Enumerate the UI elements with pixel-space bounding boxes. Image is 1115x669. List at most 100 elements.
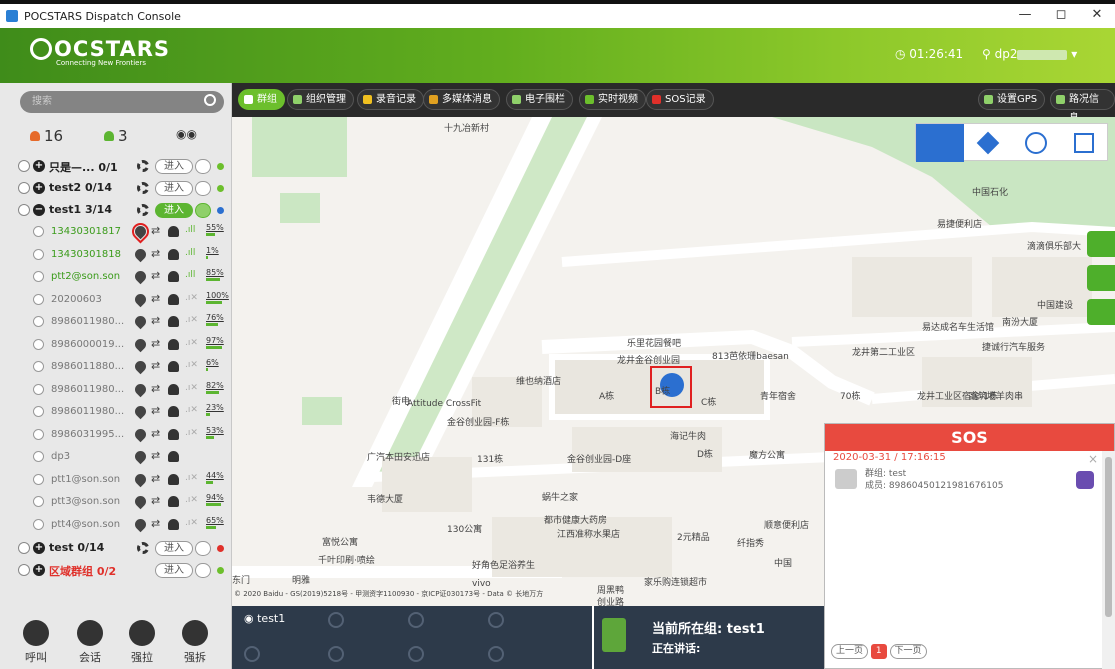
member-radio[interactable]	[33, 428, 44, 440]
member-row[interactable]: ptt4@son.son ⇄ .ı✕ 65%	[0, 514, 232, 536]
location-pin-icon[interactable]	[132, 358, 149, 375]
gear-icon[interactable]	[137, 182, 149, 194]
tab-4[interactable]: 电子围栏	[506, 89, 573, 110]
switch-icon[interactable]: ⇄	[151, 314, 160, 327]
group-radio[interactable]	[18, 160, 30, 172]
member-row[interactable]: ptt2@son.son ⇄ .ıll 85%	[0, 266, 232, 288]
location-pin-icon[interactable]	[132, 471, 149, 487]
member-row[interactable]: 20200603 ⇄ .ı✕ 100%	[0, 289, 232, 311]
tab-1[interactable]: 组织管理	[287, 89, 354, 110]
group-row[interactable]: + test 0/14 进入	[0, 537, 232, 559]
collapse-icon[interactable]: −	[33, 204, 45, 216]
group-radio[interactable]	[18, 182, 30, 194]
person-icon[interactable]	[168, 473, 179, 485]
tab-3[interactable]: 多媒体消息	[423, 89, 500, 110]
ptt-channel-icon[interactable]	[328, 646, 344, 662]
switch-icon[interactable]: ⇄	[151, 292, 160, 305]
member-row[interactable]: dp3 ⇄	[0, 446, 232, 468]
ruler-icon[interactable]	[1087, 299, 1115, 325]
location-pin-icon[interactable]	[132, 426, 149, 442]
member-row[interactable]: 8986011980... ⇄ .ı✕ 82%	[0, 379, 232, 401]
member-radio[interactable]	[33, 496, 44, 507]
member-radio[interactable]	[33, 271, 44, 282]
sos-call-icon[interactable]	[1076, 471, 1094, 489]
ptt-icon[interactable]	[195, 563, 211, 578]
person-icon[interactable]	[168, 406, 179, 417]
member-radio[interactable]	[33, 451, 44, 462]
ptt-channel-icon[interactable]	[488, 612, 504, 628]
location-pin-icon[interactable]	[132, 336, 149, 352]
member-row[interactable]: 8986011880... ⇄ .ı✕ 6%	[0, 356, 232, 378]
person-icon[interactable]	[168, 271, 179, 282]
user-menu[interactable]: ⚲ dp2 ▾	[982, 47, 1077, 61]
person-icon[interactable]	[168, 496, 179, 507]
sos-close-icon[interactable]: ×	[1088, 452, 1098, 466]
location-pin-icon[interactable]	[132, 381, 149, 397]
person-icon[interactable]	[168, 338, 179, 350]
location-pin-icon[interactable]	[132, 246, 149, 262]
member-radio[interactable]	[33, 338, 44, 350]
switch-icon[interactable]: ⇄	[151, 337, 160, 350]
tab-6[interactable]: SOS记录	[646, 89, 714, 110]
location-pin-icon[interactable]	[128, 219, 153, 244]
person-icon[interactable]	[168, 293, 179, 305]
member-radio[interactable]	[33, 518, 44, 530]
location-pin-icon[interactable]	[132, 493, 149, 510]
location-pin-icon[interactable]	[132, 516, 149, 532]
person-icon[interactable]	[168, 226, 179, 237]
action-button-3[interactable]: 强拆	[175, 620, 215, 665]
gear-icon[interactable]	[137, 204, 149, 216]
maximize-button[interactable]: ◻	[1043, 4, 1079, 28]
minimize-button[interactable]: —	[1007, 4, 1043, 28]
person-icon[interactable]	[168, 248, 179, 260]
ptt-icon[interactable]	[195, 181, 211, 196]
switch-icon[interactable]: ⇄	[151, 449, 160, 462]
switch-icon[interactable]: ⇄	[151, 427, 160, 440]
group-radio[interactable]	[18, 542, 30, 554]
expand-icon[interactable]: +	[33, 564, 45, 576]
member-radio[interactable]	[33, 473, 44, 485]
ptt-channel-icon[interactable]	[488, 646, 504, 662]
ptt-icon[interactable]	[195, 203, 211, 218]
traffic-info-button[interactable]: 路况信息	[1050, 89, 1115, 124]
action-button-1[interactable]: 会话	[70, 620, 110, 665]
expand-icon[interactable]: +	[33, 182, 45, 194]
group-row[interactable]: + 只是—... 0/1 进入	[0, 155, 232, 177]
search-icon[interactable]	[204, 94, 216, 106]
member-radio[interactable]	[33, 248, 44, 260]
member-radio[interactable]	[33, 316, 44, 327]
ptt-channel-icon[interactable]	[244, 646, 260, 662]
member-row[interactable]: 13430301818 ⇄ .ıll 1%	[0, 244, 232, 266]
member-radio[interactable]	[33, 383, 44, 395]
group-users-icon[interactable]: ◉◉	[176, 127, 197, 141]
active-group[interactable]: ◉ test1	[244, 612, 285, 625]
member-row[interactable]: 8986011980... ⇄ .ı✕ 76%	[0, 311, 232, 333]
tab-2[interactable]: 录音记录	[357, 89, 424, 110]
location-pin-icon[interactable]	[132, 313, 149, 330]
search-input[interactable]: 搜索	[20, 91, 224, 113]
ptt-icon[interactable]	[195, 159, 211, 174]
member-row[interactable]: ptt3@son.son ⇄ .ı✕ 94%	[0, 491, 232, 513]
close-button[interactable]: ✕	[1079, 4, 1115, 28]
enter-group-button[interactable]: 进入	[155, 541, 193, 556]
sos-scrollbar[interactable]	[1102, 451, 1115, 669]
member-row[interactable]: ptt1@son.son ⇄ .ı✕ 44%	[0, 469, 232, 491]
member-radio[interactable]	[33, 293, 44, 305]
member-radio[interactable]	[33, 406, 44, 417]
expand-icon[interactable]: +	[33, 160, 45, 172]
location-pin-icon[interactable]	[132, 448, 149, 465]
member-row[interactable]: 8986031995... ⇄ .ı✕ 53%	[0, 424, 232, 446]
circle-tool-icon[interactable]	[1012, 124, 1060, 162]
group-radio[interactable]	[18, 564, 30, 576]
tab-0[interactable]: 群组	[238, 89, 285, 110]
ptt-channel-icon[interactable]	[328, 612, 344, 628]
enter-group-button[interactable]: 进入	[155, 181, 193, 196]
switch-icon[interactable]: ⇄	[151, 472, 160, 485]
switch-icon[interactable]: ⇄	[151, 224, 160, 237]
member-row[interactable]: 8986011980... ⇄ .ı✕ 23%	[0, 401, 232, 423]
switch-icon[interactable]: ⇄	[151, 517, 160, 530]
ptt-channel-icon[interactable]	[408, 646, 424, 662]
eye-icon[interactable]	[1087, 265, 1115, 291]
person-icon[interactable]	[168, 451, 179, 462]
group-row[interactable]: + 区域群组 0/2 进入	[0, 559, 232, 581]
